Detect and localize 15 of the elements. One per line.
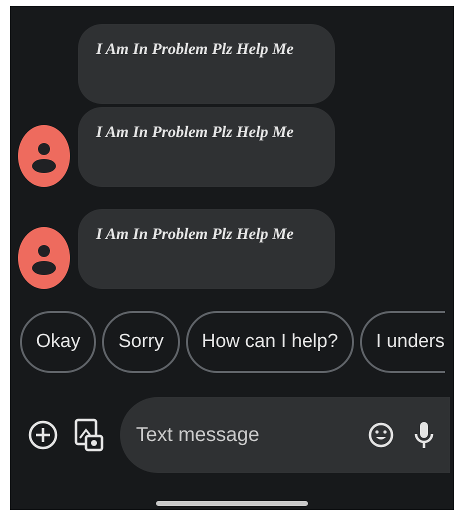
suggestion-chip[interactable]: I unders [360,311,445,373]
emoji-icon[interactable] [368,422,394,448]
message-text: I Am In Problem Plz Help Me [96,226,294,243]
avatar-icon [18,125,70,187]
gallery-camera-icon[interactable] [74,418,104,452]
message-field[interactable]: Text message [136,420,368,450]
suggestion-chip[interactable]: Sorry [102,311,180,373]
add-icon[interactable] [28,420,58,450]
microphone-icon[interactable] [414,420,434,450]
suggestion-chip[interactable]: How can I help? [186,311,354,373]
message-text: I Am In Problem Plz Help Me [96,41,294,58]
message-text: I Am In Problem Plz Help Me [96,124,294,141]
message-composer[interactable]: Text message [120,397,450,473]
avatar-icon [18,227,70,289]
suggestion-chip[interactable]: Okay [20,311,96,373]
